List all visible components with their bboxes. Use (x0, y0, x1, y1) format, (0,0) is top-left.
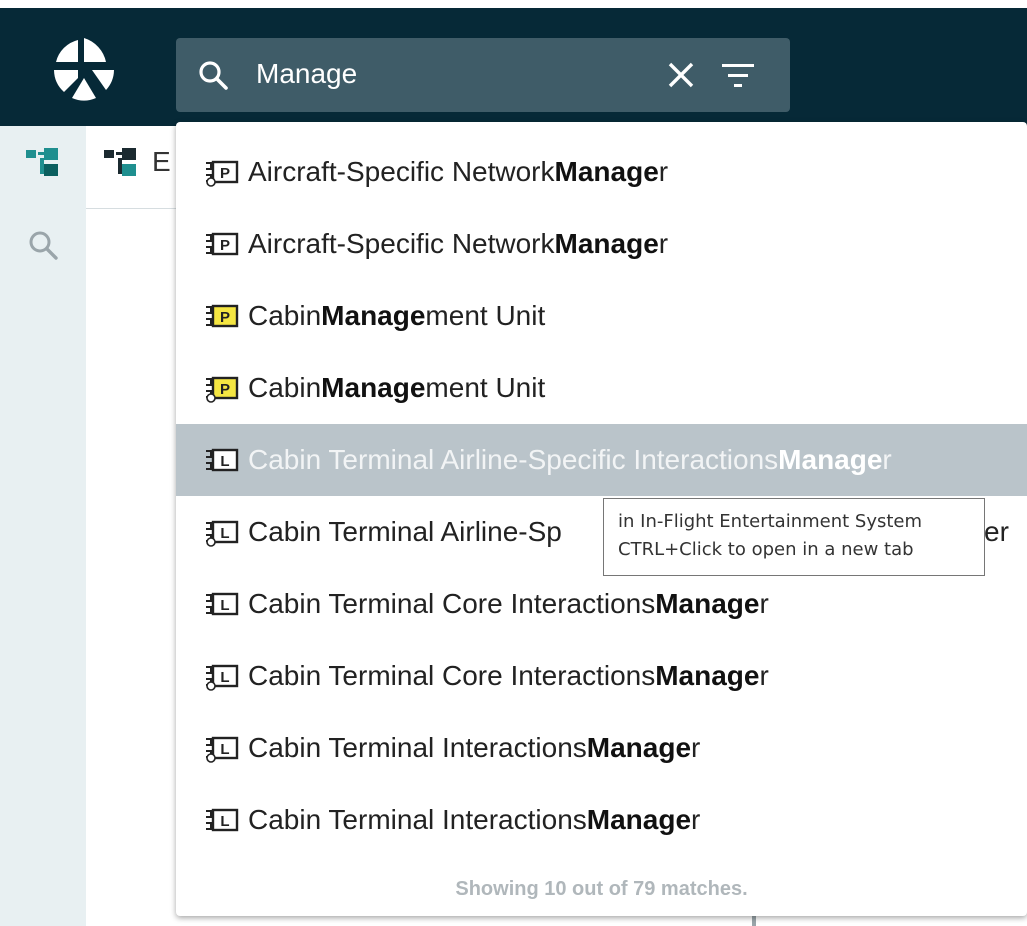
search-result-item[interactable]: L Cabin Terminal Interactions Manage r (176, 712, 1027, 784)
result-label-match: Manage (655, 660, 760, 691)
result-label-suffix: r (658, 228, 669, 259)
search-result-item[interactable]: L Cabin Terminal Interactions Manage r (176, 784, 1027, 856)
search-result-item[interactable]: L Cabin Terminal Core Interactions Manage… (176, 568, 1027, 640)
package-icon: P (204, 229, 242, 259)
svg-text:P: P (220, 165, 230, 182)
result-label-match: Manage (554, 228, 659, 259)
search-icon (199, 61, 228, 90)
result-label-match: Manage (778, 444, 883, 475)
result-label-suffix: r (691, 804, 701, 835)
result-label-match: Manage (655, 588, 760, 619)
result-label-prefix: Cabin Terminal Core Interactions (248, 660, 656, 691)
search-result-item[interactable]: P Aircraft-Specific Network Manage r (176, 208, 1027, 280)
result-label-match: Manage (554, 156, 659, 187)
app-logo[interactable] (48, 34, 120, 106)
result-label-suffix: ment Unit (425, 372, 546, 403)
svg-text:L: L (220, 525, 229, 542)
result-label-prefix: Aircraft-Specific Network (248, 228, 555, 259)
left-sidebar (0, 126, 86, 926)
result-label-prefix: Cabin Terminal Interactions (248, 804, 587, 835)
library-icon: L (204, 805, 242, 835)
panel-title: E (152, 146, 171, 177)
svg-text:P: P (220, 309, 230, 326)
library-icon: L (204, 661, 242, 691)
library-icon: L (204, 589, 242, 619)
package-icon: P (204, 301, 242, 331)
results-count-note: Showing 10 out of 79 matches. (455, 878, 748, 900)
top-bar (0, 8, 1027, 126)
tooltip-hint: CTRL+Click to open in a new tab (618, 539, 914, 560)
search-result-item[interactable]: P Aircraft-Specific Network Manage r (176, 136, 1027, 208)
svg-text:P: P (220, 381, 230, 398)
svg-text:L: L (220, 669, 229, 686)
result-label-suffix: r (759, 660, 769, 691)
result-label-match: Manage (321, 300, 426, 331)
svg-text:L: L (220, 453, 229, 470)
search-icon[interactable] (26, 228, 60, 262)
result-label-prefix: Cabin (248, 372, 322, 403)
tree-icon[interactable] (26, 148, 60, 178)
library-icon: L (204, 445, 242, 475)
result-label-match: Manage (586, 804, 692, 835)
result-label-suffix: r (759, 588, 769, 619)
result-tooltip: in In-Flight Entertainment System CTRL+C… (603, 498, 985, 576)
package-icon: P (204, 157, 242, 187)
tooltip-location: in In-Flight Entertainment System (618, 511, 923, 532)
result-label-prefix: Cabin Terminal Core Interactions (248, 588, 656, 619)
result-label-tail: er (984, 516, 1009, 547)
close-icon[interactable] (666, 60, 696, 90)
search-input[interactable] (256, 52, 636, 96)
library-icon: L (204, 517, 242, 547)
library-icon: L (204, 733, 242, 763)
result-label-suffix: r (882, 444, 892, 475)
tree-icon (104, 148, 136, 176)
search-result-item[interactable]: P Cabin Manage ment Unit (176, 352, 1027, 424)
result-label-suffix: ment Unit (425, 300, 546, 331)
svg-text:L: L (220, 813, 229, 830)
search-result-item[interactable]: L Cabin Terminal Core Interactions Manage… (176, 640, 1027, 712)
result-label-match: Manage (586, 732, 692, 763)
package-icon: P (204, 373, 242, 403)
result-label-prefix: Cabin (248, 300, 322, 331)
result-label-prefix: Cabin Terminal Airline-Specific Interact… (248, 444, 779, 475)
result-label-prefix: Cabin Terminal Airline-Sp (248, 516, 562, 547)
search-result-item[interactable]: L Cabin Terminal Airline-Specific Interac… (176, 424, 1027, 496)
svg-text:L: L (220, 741, 229, 758)
svg-text:L: L (220, 597, 229, 614)
svg-text:P: P (220, 237, 230, 254)
result-label-prefix: Cabin Terminal Interactions (248, 732, 587, 763)
filter-icon[interactable] (721, 60, 755, 90)
result-label-prefix: Aircraft-Specific Network (248, 156, 555, 187)
search-box (176, 38, 790, 112)
result-label-suffix: r (658, 156, 669, 187)
result-label-suffix: r (691, 732, 701, 763)
search-result-item[interactable]: P Cabin Manage ment Unit (176, 280, 1027, 352)
result-label-match: Manage (321, 372, 426, 403)
